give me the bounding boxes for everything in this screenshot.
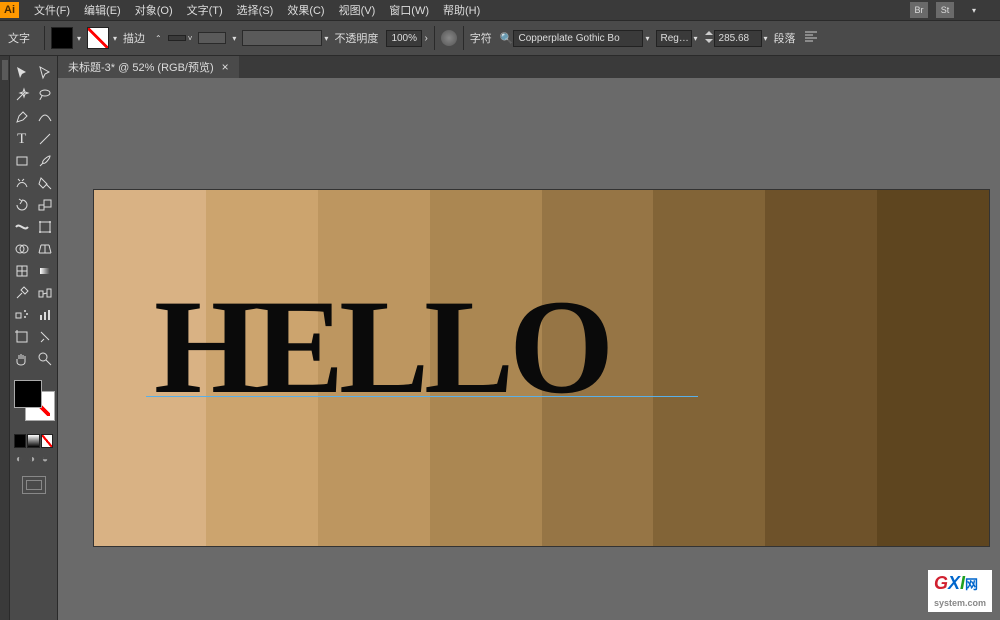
direct-selection-tool[interactable] <box>34 62 58 84</box>
mesh-tool[interactable] <box>10 260 34 282</box>
chevron-down-icon[interactable]: ▾ <box>113 34 117 43</box>
close-icon[interactable]: × <box>222 60 229 74</box>
brush-preview[interactable] <box>242 30 322 46</box>
chevron-down-icon[interactable]: ▾ <box>232 34 236 43</box>
font-family-field[interactable]: Copperplate Gothic Bo <box>513 30 643 47</box>
shaper-tool[interactable] <box>10 172 34 194</box>
document-area: 未标题-3* @ 52% (RGB/预览) × HELLO <box>58 56 1000 620</box>
scale-tool[interactable] <box>34 194 58 216</box>
canvas[interactable]: HELLO <box>58 78 1000 620</box>
chevron-down-icon[interactable]: ▾ <box>694 34 698 43</box>
text-object[interactable]: HELLO <box>154 270 609 425</box>
control-bar: 文字 ▾ ▾ 描边 ⌃ ˅ ▾ ▾ 不透明度 100% › 字符 🔍 Coppe… <box>0 20 1000 56</box>
menu-window[interactable]: 窗口(W) <box>382 2 436 18</box>
chevron-down-icon[interactable]: ▾ <box>77 34 81 43</box>
lasso-tool[interactable] <box>34 84 58 106</box>
draw-normal-icon[interactable]: ◐ <box>16 454 25 466</box>
stock-icon[interactable]: St <box>936 2 954 18</box>
font-size-field[interactable]: 285.68 <box>714 30 762 47</box>
draw-behind-icon[interactable]: ◑ <box>29 454 38 466</box>
artboard[interactable]: HELLO <box>94 190 989 546</box>
text-baseline <box>146 396 698 397</box>
menu-view[interactable]: 视图(V) <box>332 2 383 18</box>
tab-bar: 未标题-3* @ 52% (RGB/预览) × <box>58 56 1000 78</box>
workspace: T <box>0 56 1000 620</box>
document-tab[interactable]: 未标题-3* @ 52% (RGB/预览) × <box>58 56 239 78</box>
blend-tool[interactable] <box>34 282 58 304</box>
fill-stroke-swatches[interactable] <box>10 378 58 426</box>
menu-help[interactable]: 帮助(H) <box>436 2 487 18</box>
fill-color-swatch[interactable] <box>14 380 42 408</box>
document-tab-title: 未标题-3* @ 52% (RGB/预览) <box>68 59 214 75</box>
opacity-label[interactable]: 不透明度 <box>334 30 378 46</box>
menu-file[interactable]: 文件(F) <box>27 2 77 18</box>
slice-tool[interactable] <box>34 326 58 348</box>
selection-tool[interactable] <box>10 62 34 84</box>
screen-mode-button[interactable] <box>22 476 46 494</box>
font-search-icon[interactable]: 🔍 <box>500 32 514 45</box>
menu-effect[interactable]: 效果(C) <box>280 2 331 18</box>
stroke-profile[interactable] <box>198 32 226 44</box>
rectangle-tool[interactable] <box>10 150 34 172</box>
free-transform-tool[interactable] <box>34 216 58 238</box>
chevron-down-icon[interactable]: ˅ <box>188 34 193 43</box>
menu-object[interactable]: 对象(O) <box>128 2 180 18</box>
menu-select[interactable]: 选择(S) <box>230 2 281 18</box>
curvature-tool[interactable] <box>34 106 58 128</box>
watermark: GXI网system.com <box>928 570 992 612</box>
type-tool[interactable]: T <box>10 128 34 150</box>
eraser-tool[interactable] <box>34 172 58 194</box>
tools-panel: T <box>10 56 58 620</box>
chevron-down-icon[interactable]: ▾ <box>972 6 976 15</box>
bridge-icon[interactable]: Br <box>910 2 928 18</box>
pen-tool[interactable] <box>10 106 34 128</box>
align-left-icon[interactable] <box>804 30 818 47</box>
stroke-label[interactable]: 描边 <box>123 30 145 46</box>
magic-wand-tool[interactable] <box>10 84 34 106</box>
left-dock-strip[interactable] <box>0 56 10 620</box>
none-mode-btn[interactable] <box>41 434 53 448</box>
color-mode-btn[interactable] <box>14 434 26 448</box>
menu-edit[interactable]: 编辑(E) <box>77 2 128 18</box>
font-weight-field[interactable]: Reg… <box>656 30 692 47</box>
artboard-tool[interactable] <box>10 326 34 348</box>
fill-swatch[interactable] <box>51 27 73 49</box>
rotate-tool[interactable] <box>10 194 34 216</box>
chevron-down-icon[interactable]: ▾ <box>645 34 649 43</box>
width-tool[interactable] <box>10 216 34 238</box>
chevron-down-icon[interactable]: ▾ <box>764 34 768 43</box>
color-band <box>653 190 765 546</box>
app-logo: Ai <box>0 2 19 18</box>
shape-builder-tool[interactable] <box>10 238 34 260</box>
recolor-icon[interactable] <box>441 30 457 46</box>
opacity-field[interactable]: 100% <box>386 30 422 47</box>
font-size-stepper[interactable] <box>704 30 714 47</box>
chevron-down-icon[interactable]: ⌃ <box>155 34 162 43</box>
draw-inside-icon[interactable]: ◒ <box>42 454 51 466</box>
mode-label: 文字 <box>8 30 30 46</box>
eyedropper-tool[interactable] <box>10 282 34 304</box>
chevron-down-icon[interactable]: ▾ <box>324 34 328 43</box>
color-band <box>765 190 877 546</box>
menu-type[interactable]: 文字(T) <box>180 2 230 18</box>
perspective-grid-tool[interactable] <box>34 238 58 260</box>
stroke-weight-field[interactable] <box>168 35 186 41</box>
zoom-tool[interactable] <box>34 348 58 370</box>
gradient-tool[interactable] <box>34 260 58 282</box>
line-tool[interactable] <box>34 128 58 150</box>
paragraph-label[interactable]: 段落 <box>774 30 796 46</box>
color-band <box>877 190 989 546</box>
hand-tool[interactable] <box>10 348 34 370</box>
opacity-arrow-icon[interactable]: › <box>424 33 427 44</box>
char-label[interactable]: 字符 <box>470 30 492 46</box>
menu-bar: Ai 文件(F) 编辑(E) 对象(O) 文字(T) 选择(S) 效果(C) 视… <box>0 0 1000 20</box>
paintbrush-tool[interactable] <box>34 150 58 172</box>
gradient-mode-btn[interactable] <box>27 434 39 448</box>
stroke-swatch[interactable] <box>87 27 109 49</box>
column-graph-tool[interactable] <box>34 304 58 326</box>
symbol-sprayer-tool[interactable] <box>10 304 34 326</box>
